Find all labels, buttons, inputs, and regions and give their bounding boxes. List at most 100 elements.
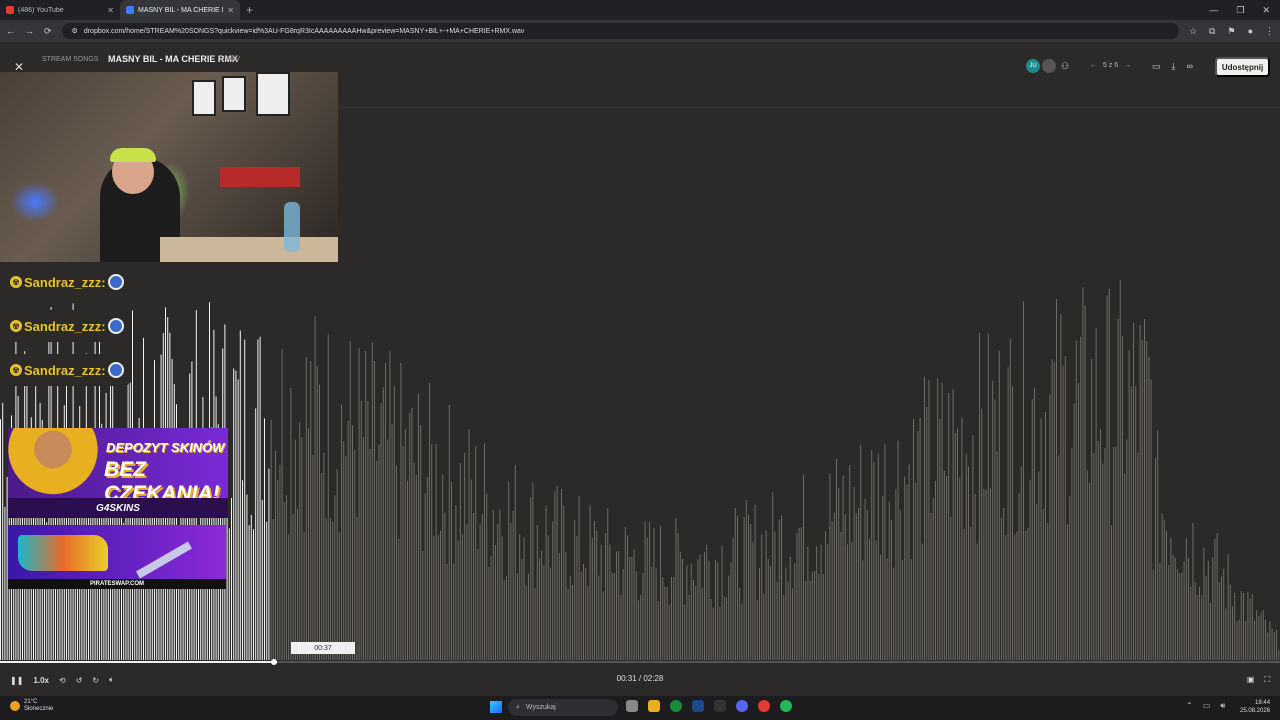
waveform-bar <box>640 595 642 660</box>
waveform-bar <box>976 543 978 660</box>
waveform-bar <box>899 509 901 660</box>
link-icon[interactable]: ∞ <box>1187 61 1193 72</box>
seek-bar[interactable] <box>0 659 1280 665</box>
waveform-bar <box>550 567 551 660</box>
waveform-bar <box>503 580 505 660</box>
waveform-bar <box>1117 318 1119 660</box>
waveform-bar <box>855 513 857 660</box>
back-icon[interactable]: ← <box>6 26 15 36</box>
avatar[interactable]: JU <box>1026 59 1040 73</box>
file-explorer-icon[interactable] <box>648 700 660 712</box>
bookmark-star-icon[interactable]: ☆ <box>1189 26 1197 37</box>
share-people-icon[interactable]: ⚇ <box>1058 59 1072 73</box>
waveform-bar <box>891 520 892 660</box>
waveform-bar <box>272 519 274 660</box>
waveform-bar <box>554 491 556 660</box>
breadcrumb[interactable]: STREAM SONGS <box>42 56 98 63</box>
rewind-icon[interactable]: ↺ <box>76 676 83 685</box>
discord-icon[interactable] <box>736 700 748 712</box>
speed-button[interactable]: 1.0x <box>33 676 49 685</box>
waveform-bar <box>624 526 626 660</box>
waveform-bar <box>418 393 419 660</box>
streamdeck-icon[interactable] <box>714 700 726 712</box>
waveform-bar <box>363 437 364 660</box>
volume-icon[interactable]: 🔈︎ <box>109 675 114 685</box>
tab-youtube[interactable]: (486) YouTube ✕ <box>0 0 120 20</box>
waveform-bar <box>305 357 307 660</box>
maximize-icon[interactable]: ❐ <box>1236 5 1244 16</box>
tab-dropbox[interactable]: MASNY BIL - MA CHERIE R ✕ <box>120 0 240 20</box>
waveform-bar <box>1247 591 1249 660</box>
hover-time-tooltip: 00:37 <box>291 642 355 654</box>
waveform-bar <box>1148 356 1150 660</box>
waveform-bar <box>558 552 560 660</box>
waveform-bar <box>1265 619 1266 660</box>
waveform-bar <box>404 428 406 660</box>
close-tab-icon[interactable]: ✕ <box>107 6 114 15</box>
waveform-bar <box>994 399 996 660</box>
avatar[interactable] <box>1042 59 1056 73</box>
captions-icon[interactable]: ▣ <box>1247 675 1255 685</box>
pause-icon[interactable]: ❚❚ <box>10 676 23 685</box>
minimize-icon[interactable]: — <box>1209 5 1218 16</box>
waveform-bar <box>422 550 424 660</box>
taskbar-search[interactable]: ⌕ Wyszukaj <box>508 699 618 716</box>
waveform-bar <box>1207 560 1209 660</box>
weather-widget[interactable]: 21°C Słonecznie <box>10 699 53 713</box>
forward-skip-icon[interactable]: ↻ <box>92 676 99 685</box>
app-icon[interactable] <box>758 700 770 712</box>
ad-brand: G4SKINS <box>8 498 228 518</box>
extensions-icon[interactable]: ⧉ <box>1209 26 1215 37</box>
waveform-bar <box>748 514 749 660</box>
waveform-bar <box>1179 573 1181 660</box>
comment-icon[interactable]: ▭ <box>1152 61 1161 72</box>
next-file-icon[interactable]: → <box>1124 62 1131 69</box>
forward-icon[interactable]: → <box>25 26 34 36</box>
url-bar[interactable]: ⚙ dropbox.com/home/STREAM%20SONGS?quickv… <box>61 23 1179 39</box>
waveform-bar <box>917 431 919 660</box>
site-info-icon[interactable]: ⚙ <box>72 27 78 35</box>
spotify-icon[interactable] <box>780 700 792 712</box>
fullscreen-icon[interactable]: ⛶ <box>1264 675 1270 685</box>
task-view-icon[interactable] <box>626 700 638 712</box>
close-window-icon[interactable]: ✕ <box>1262 5 1270 16</box>
waveform-bar <box>1130 386 1132 660</box>
waveform-bar <box>336 469 338 660</box>
windows-start-icon[interactable] <box>490 701 502 713</box>
chrome-icon[interactable] <box>670 700 682 712</box>
waveform-bar <box>814 570 815 660</box>
waveform-bar <box>1038 471 1040 660</box>
profile-icon[interactable]: ● <box>1248 26 1253 37</box>
translate-icon[interactable]: ⚑ <box>1227 26 1235 37</box>
steam-icon[interactable] <box>692 700 704 712</box>
waveform-bar <box>965 453 967 660</box>
weather-temp: 21°C <box>24 699 38 705</box>
waveform-bar <box>1157 430 1159 660</box>
close-tab-icon[interactable]: ✕ <box>227 6 234 15</box>
seek-handle[interactable] <box>271 659 277 665</box>
waveform-bar <box>1075 340 1077 660</box>
share-button[interactable]: Udostępnij <box>1215 57 1270 77</box>
waveform-bar <box>721 545 723 660</box>
previous-file-icon[interactable]: ← <box>1090 62 1097 69</box>
waveform-bar <box>1144 319 1145 660</box>
waveform-bar <box>763 594 765 660</box>
waveform-bar <box>983 488 985 660</box>
waveform-bar <box>446 563 448 660</box>
taskbar-clock[interactable]: 18:44 25.08.2026 <box>1240 699 1270 715</box>
network-icon[interactable]: ▭ <box>1203 701 1211 711</box>
chevron-up-icon[interactable]: ⌃ <box>1186 701 1193 711</box>
waveform-bar <box>330 517 331 660</box>
loop-icon[interactable]: ⟲ <box>59 676 66 685</box>
waveform-bar <box>1214 539 1216 660</box>
waveform-bar <box>979 332 980 660</box>
reload-icon[interactable]: ⟳ <box>44 26 52 37</box>
waveform-bar <box>310 361 312 660</box>
menu-icon[interactable]: ⋮ <box>1265 26 1274 37</box>
volume-tray-icon[interactable]: 🔊︎ <box>1220 701 1225 711</box>
new-tab-button[interactable]: + <box>246 3 253 17</box>
waveform-bar <box>407 480 408 660</box>
waveform-bar <box>393 386 395 660</box>
download-icon[interactable]: ⤓ <box>1172 61 1176 72</box>
waveform-bar <box>250 514 252 660</box>
